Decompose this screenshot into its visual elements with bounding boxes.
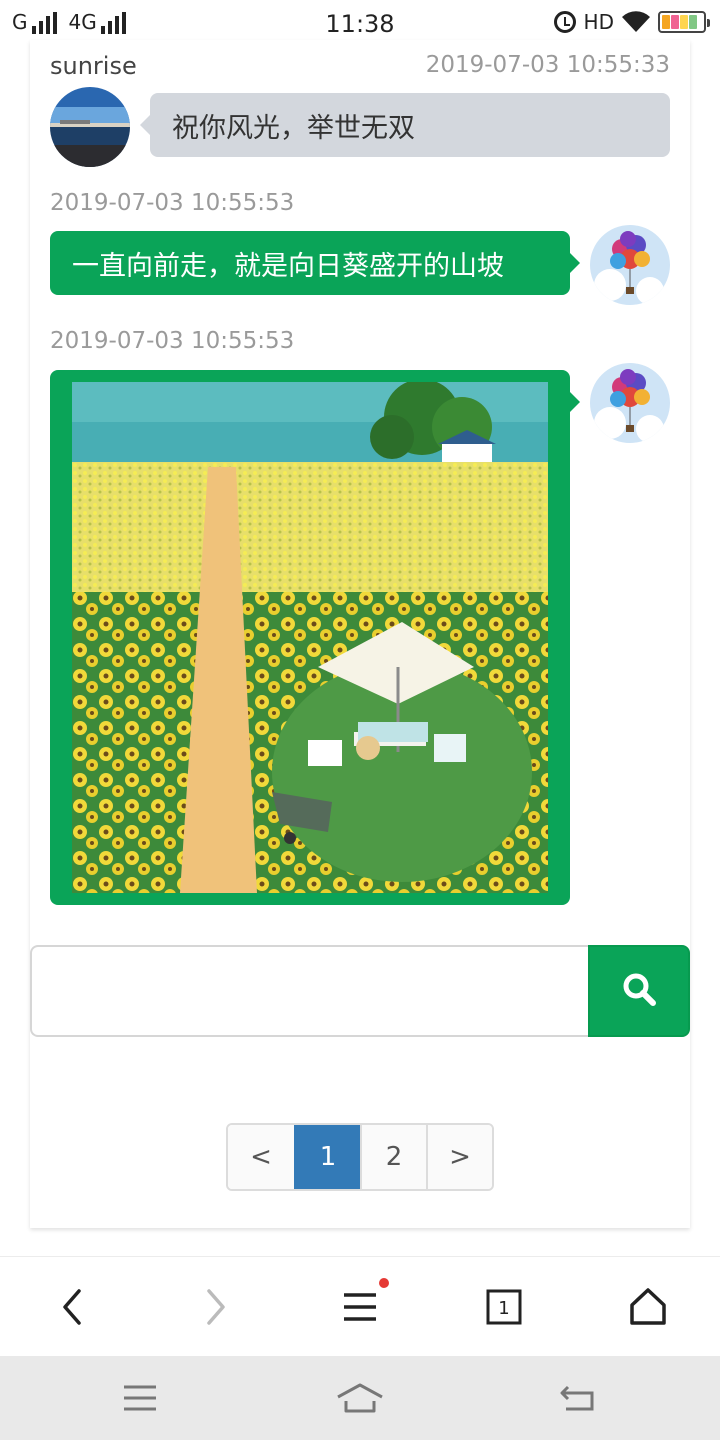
search-icon bbox=[621, 971, 657, 1011]
search-button[interactable] bbox=[588, 945, 690, 1037]
prev-page-button[interactable]: < bbox=[228, 1125, 294, 1189]
avatar-self[interactable] bbox=[590, 225, 670, 305]
message-bubble-sent[interactable]: 一直向前走，就是向日葵盛开的山坡 bbox=[50, 231, 580, 295]
avatar-self[interactable] bbox=[590, 363, 670, 443]
image-message-bubble[interactable] bbox=[50, 370, 580, 905]
tabs-icon[interactable]: 1 bbox=[474, 1277, 534, 1337]
next-page-button[interactable]: > bbox=[426, 1125, 492, 1189]
browser-toolbar: 1 bbox=[0, 1256, 720, 1356]
message-bubble-received[interactable]: 祝你风光，举世无双 bbox=[140, 93, 670, 157]
message-text: 祝你风光，举世无双 bbox=[172, 112, 415, 144]
back-icon[interactable] bbox=[42, 1277, 102, 1337]
battery-icon bbox=[658, 11, 710, 33]
pagination: < 1 2 > bbox=[226, 1123, 494, 1191]
message-text: 一直向前走，就是向日葵盛开的山坡 bbox=[72, 250, 504, 282]
sunflower-field-photo[interactable] bbox=[72, 382, 548, 893]
avatar-sunrise[interactable] bbox=[50, 87, 130, 167]
status-icons: HD bbox=[553, 10, 710, 34]
hd-label: HD bbox=[583, 10, 614, 34]
page-2-button[interactable]: 2 bbox=[360, 1125, 426, 1189]
recents-icon[interactable] bbox=[110, 1374, 170, 1422]
wifi-icon bbox=[622, 11, 650, 33]
tab-count: 1 bbox=[498, 1298, 509, 1319]
chat-card: sunrise 2019-07-03 10:55:33 祝你风光，举世无双 20… bbox=[30, 40, 690, 1228]
page-1-button[interactable]: 1 bbox=[294, 1125, 360, 1189]
message-timestamp: 2019-07-03 10:55:33 bbox=[425, 52, 670, 78]
home-icon[interactable] bbox=[618, 1277, 678, 1337]
forward-icon[interactable] bbox=[186, 1277, 246, 1337]
sender-name: sunrise bbox=[50, 52, 137, 80]
back-icon[interactable] bbox=[548, 1374, 608, 1422]
alarm-icon bbox=[553, 11, 576, 33]
search-input[interactable] bbox=[30, 945, 590, 1037]
home-icon[interactable] bbox=[330, 1374, 390, 1422]
menu-icon[interactable] bbox=[330, 1277, 390, 1337]
system-nav-bar bbox=[0, 1356, 720, 1440]
message-timestamp: 2019-07-03 10:55:53 bbox=[50, 190, 295, 216]
message-timestamp: 2019-07-03 10:55:53 bbox=[50, 328, 295, 354]
